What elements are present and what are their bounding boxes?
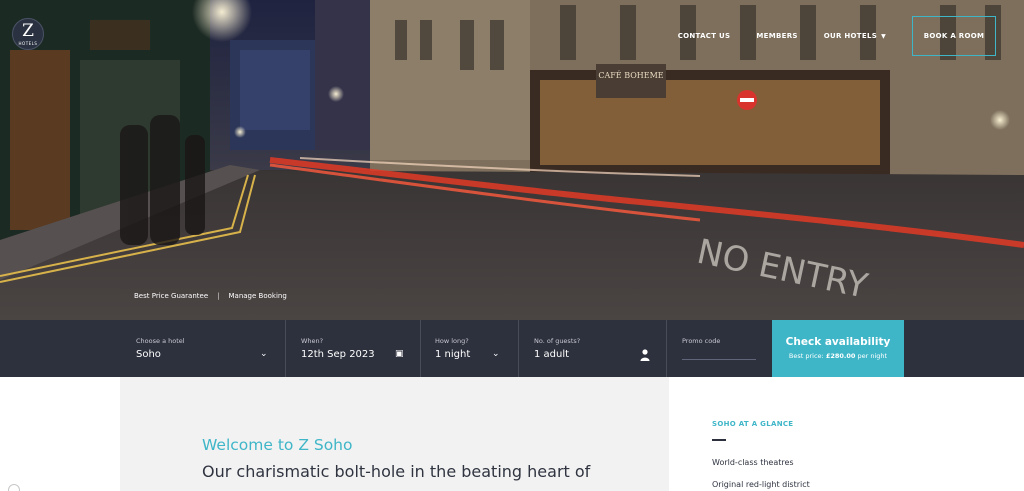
nav-our-hotels[interactable]: OUR HOTELS ▼ xyxy=(824,32,886,40)
nav-members[interactable]: MEMBERS xyxy=(756,32,797,40)
best-price-prefix: Best price: xyxy=(788,352,824,360)
main-nav: CONTACT US MEMBERS OUR HOTELS ▼ BOOK A RO… xyxy=(678,16,996,56)
guests-value: 1 adult xyxy=(534,349,570,360)
manage-booking-link[interactable]: Manage Booking xyxy=(229,292,287,300)
best-price-guarantee-link[interactable]: Best Price Guarantee xyxy=(134,292,208,300)
chevron-down-icon: ⌄ xyxy=(260,349,268,359)
nav-our-hotels-label: OUR HOTELS xyxy=(823,32,878,40)
scroll-indicator-icon[interactable] xyxy=(8,484,20,491)
best-price-suffix: per night xyxy=(857,352,888,360)
calendar-icon: ▣ xyxy=(395,349,404,359)
book-a-room-button[interactable]: BOOK A ROOM xyxy=(912,16,996,56)
intro-tagline: Our charismatic bolt-hole in the beating… xyxy=(202,462,591,481)
guests-select[interactable]: No. of guests? 1 adult xyxy=(534,320,652,377)
glance-divider xyxy=(712,439,726,441)
logo-subtext: HOTELS xyxy=(18,41,38,46)
best-price-text: Best price: £280.00 per night xyxy=(772,352,904,360)
nights-value: 1 night xyxy=(435,349,471,360)
cafe-sign-text: CAFÉ BOHEME xyxy=(598,71,663,80)
check-availability-label: Check availability xyxy=(785,336,891,348)
nights-label: How long? xyxy=(435,337,469,345)
check-availability-button[interactable]: Check availability Best price: £280.00 p… xyxy=(772,320,904,377)
hero-links: Best Price Guarantee | Manage Booking xyxy=(134,292,287,300)
brand-logo[interactable]: Z HOTELS xyxy=(12,18,44,50)
link-separator: | xyxy=(217,292,220,300)
promo-code-underline xyxy=(682,359,756,360)
caret-down-icon: ▼ xyxy=(881,33,886,40)
field-divider xyxy=(420,320,421,377)
hotel-select-value: Soho xyxy=(136,349,161,360)
hotel-select[interactable]: Choose a hotel Soho ⌄ xyxy=(136,320,272,377)
glance-title: SOHO AT A GLANCE xyxy=(712,420,794,428)
best-price-amount: £280.00 xyxy=(825,352,856,360)
glance-item: World-class theatres xyxy=(712,458,794,467)
nav-contact-us[interactable]: CONTACT US xyxy=(678,32,731,40)
field-divider xyxy=(285,320,286,377)
field-divider xyxy=(518,320,519,377)
promo-code-field[interactable]: Promo code xyxy=(682,320,756,377)
hotel-select-label: Choose a hotel xyxy=(136,337,185,345)
promo-code-label: Promo code xyxy=(682,337,721,345)
date-label: When? xyxy=(301,337,324,345)
field-divider xyxy=(666,320,667,377)
glance-panel xyxy=(680,377,904,491)
date-value: 12th Sep 2023 xyxy=(301,349,375,360)
date-picker[interactable]: When? 12th Sep 2023 ▣ xyxy=(301,320,407,377)
glance-item: Original red-light district xyxy=(712,480,810,489)
welcome-heading: Welcome to Z Soho xyxy=(202,436,353,454)
hero-image: CAFÉ BOHEME NO ENTRY Z HOTELS CONTACT US… xyxy=(0,0,1024,320)
chevron-down-icon: ⌄ xyxy=(492,349,500,359)
nights-select[interactable]: How long? 1 night ⌄ xyxy=(435,320,505,377)
logo-letter: Z xyxy=(22,21,34,41)
person-icon xyxy=(640,349,650,361)
guests-label: No. of guests? xyxy=(534,337,581,345)
